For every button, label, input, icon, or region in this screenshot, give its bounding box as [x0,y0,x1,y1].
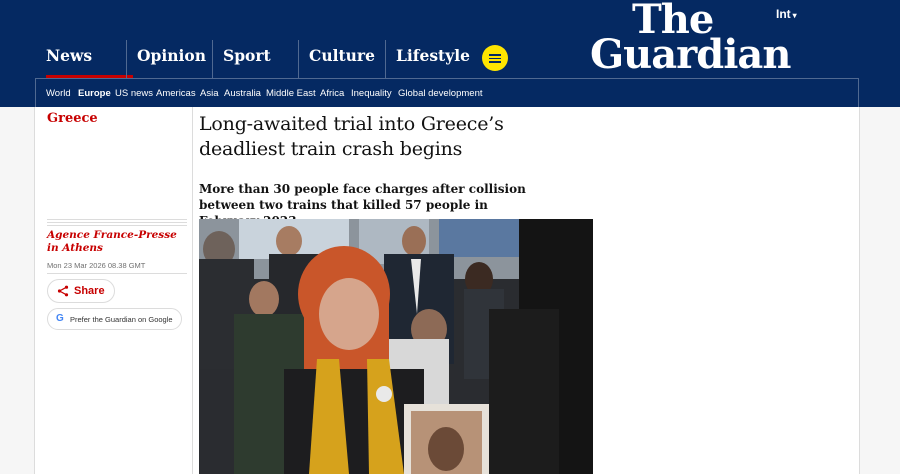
subnav-asia[interactable]: Asia [200,88,218,99]
pillar-lifestyle[interactable]: Lifestyle [385,40,471,78]
pillar-news[interactable]: News [35,40,133,78]
section-label[interactable]: Greece [47,111,98,126]
pillar-opinion[interactable]: Opinion [126,40,212,78]
meta-rule [47,222,187,223]
share-label[interactable]: Share [74,285,105,297]
subnav-americas[interactable]: Americas [156,88,196,99]
byline[interactable]: Agence France-Presse in Athens [47,229,187,255]
menu-icon-bar [489,57,501,60]
share-button[interactable]: Share [47,279,115,303]
share-icon [57,285,69,297]
pillar-sport[interactable]: Sport [212,40,298,78]
subnav-us-news[interactable]: US news [115,88,153,99]
subnav-europe[interactable]: Europe [78,88,111,99]
subnav-global-development[interactable]: Global development [398,88,483,99]
article-headline: Long-awaited trial into Greece’s deadlie… [199,113,504,160]
meta-rule [47,273,187,274]
article-main-image [199,219,593,474]
subnav-australia[interactable]: Australia [224,88,261,99]
column-divider [192,107,193,474]
guardian-logo[interactable]: The Guardian [590,0,802,75]
subnav-inequality[interactable]: Inequality [351,88,392,99]
subnav-world[interactable]: World [46,88,71,99]
publish-date: Mon 23 Mar 2026 08.38 GMT [47,261,146,270]
subnav-middle-east[interactable]: Middle East [266,88,316,99]
pillar-culture[interactable]: Culture [298,40,385,78]
courtroom-photo [199,219,593,474]
google-icon: G [56,313,64,324]
menu-icon-bar [489,61,501,63]
section-subnav: World Europe US news Americas Asia Austr… [35,78,859,107]
subnav-africa[interactable]: Africa [320,88,344,99]
meta-rule [47,225,187,226]
prefer-on-google-button[interactable]: G Prefer the Guardian on Google [47,308,182,330]
logo-line-2[interactable]: Guardian [590,35,802,75]
menu-icon [489,54,501,56]
meta-rule [47,219,187,220]
masthead: Int ▾ The Guardian News Opinion Sport Cul… [0,0,900,107]
menu-button[interactable] [482,45,508,71]
google-label[interactable]: Prefer the Guardian on Google [70,315,173,324]
